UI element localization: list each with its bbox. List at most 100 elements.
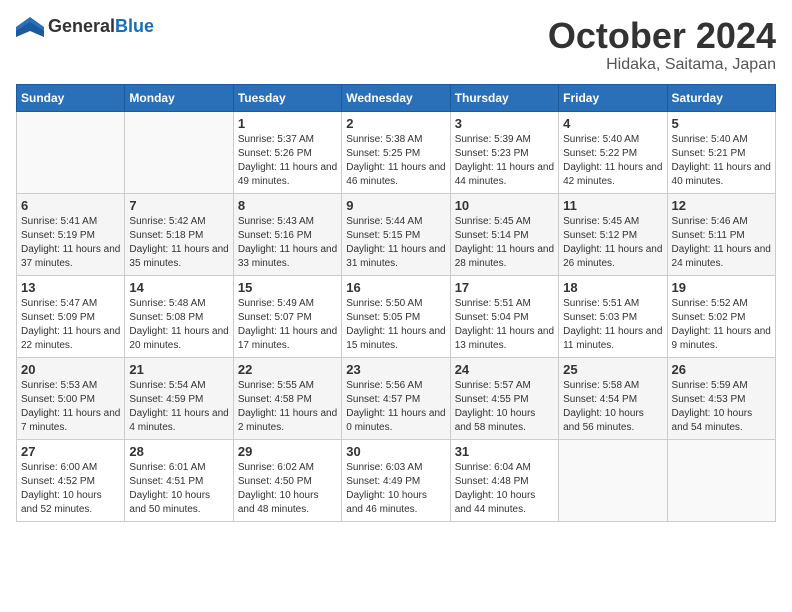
cell-content: Sunrise: 5:38 AM Sunset: 5:25 PM Dayligh… [346,133,445,189]
day-number: 5 [672,116,771,131]
cell-content: Sunrise: 6:02 AM Sunset: 4:50 PM Dayligh… [238,461,337,517]
weekday-header-cell: Tuesday [233,84,341,111]
day-number: 19 [672,280,771,295]
calendar-cell: 26Sunrise: 5:59 AM Sunset: 4:53 PM Dayli… [667,357,775,439]
weekday-header-cell: Saturday [667,84,775,111]
cell-content: Sunrise: 5:55 AM Sunset: 4:58 PM Dayligh… [238,379,337,435]
calendar-cell: 16 Sunrise: 5:50 AM Sunset: 5:05 PM Dayli… [342,275,450,357]
cell-content: Sunrise: 5:54 AM Sunset: 4:59 PM Dayligh… [129,379,228,435]
day-number: 12 [672,198,771,213]
calendar-cell: 1 Sunrise: 5:37 AM Sunset: 5:26 PM Daylig… [233,111,341,193]
calendar-cell: 20 Sunrise: 5:53 AM Sunset: 5:00 PM Dayli… [17,357,125,439]
page-header: GeneralBlue October 2024 Hidaka, Saitama… [16,16,776,74]
calendar-cell: 8 Sunrise: 5:43 AM Sunset: 5:16 PM Daylig… [233,193,341,275]
cell-content: Sunrise: 6:00 AM Sunset: 4:52 PM Dayligh… [21,461,120,517]
calendar-cell [667,439,775,521]
calendar-cell: 15Sunrise: 5:49 AM Sunset: 5:07 PM Dayli… [233,275,341,357]
calendar-cell: 4 Sunrise: 5:40 AM Sunset: 5:22 PM Daylig… [559,111,667,193]
day-number: 18 [563,280,662,295]
calendar-week-row: 27Sunrise: 6:00 AM Sunset: 4:52 PM Dayli… [17,439,776,521]
logo-icon [16,17,44,37]
calendar-cell: 28 Sunrise: 6:01 AM Sunset: 4:51 PM Dayli… [125,439,233,521]
day-number: 17 [455,280,554,295]
calendar-cell: 23 Sunrise: 5:56 AM Sunset: 4:57 PM Dayli… [342,357,450,439]
cell-content: Sunrise: 5:48 AM Sunset: 5:08 PM Dayligh… [129,297,228,353]
cell-content: Sunrise: 6:01 AM Sunset: 4:51 PM Dayligh… [129,461,228,517]
calendar-cell: 10Sunrise: 5:45 AM Sunset: 5:14 PM Dayli… [450,193,558,275]
cell-content: Sunrise: 5:44 AM Sunset: 5:15 PM Dayligh… [346,215,445,271]
logo-general-text: General [48,16,115,36]
calendar-week-row: 1 Sunrise: 5:37 AM Sunset: 5:26 PM Daylig… [17,111,776,193]
day-number: 2 [346,116,445,131]
cell-content: Sunrise: 5:58 AM Sunset: 4:54 PM Dayligh… [563,379,662,435]
cell-content: Sunrise: 5:41 AM Sunset: 5:19 PM Dayligh… [21,215,120,271]
weekday-header-cell: Monday [125,84,233,111]
month-title: October 2024 [548,16,776,56]
cell-content: Sunrise: 5:52 AM Sunset: 5:02 PM Dayligh… [672,297,771,353]
calendar-cell [125,111,233,193]
day-number: 8 [238,198,337,213]
calendar-cell: 11 Sunrise: 5:45 AM Sunset: 5:12 PM Dayli… [559,193,667,275]
cell-content: Sunrise: 5:51 AM Sunset: 5:03 PM Dayligh… [563,297,662,353]
location-title: Hidaka, Saitama, Japan [548,56,776,74]
cell-content: Sunrise: 5:56 AM Sunset: 4:57 PM Dayligh… [346,379,445,435]
cell-content: Sunrise: 5:45 AM Sunset: 5:12 PM Dayligh… [563,215,662,271]
calendar-cell: 17 Sunrise: 5:51 AM Sunset: 5:04 PM Dayli… [450,275,558,357]
calendar-cell: 9Sunrise: 5:44 AM Sunset: 5:15 PM Daylig… [342,193,450,275]
day-number: 28 [129,444,228,459]
calendar-week-row: 6Sunrise: 5:41 AM Sunset: 5:19 PM Daylig… [17,193,776,275]
logo: GeneralBlue [16,16,154,37]
calendar-body: 1 Sunrise: 5:37 AM Sunset: 5:26 PM Daylig… [17,111,776,521]
cell-content: Sunrise: 5:39 AM Sunset: 5:23 PM Dayligh… [455,133,554,189]
day-number: 25 [563,362,662,377]
cell-content: Sunrise: 5:40 AM Sunset: 5:21 PM Dayligh… [672,133,771,189]
calendar-week-row: 20 Sunrise: 5:53 AM Sunset: 5:00 PM Dayli… [17,357,776,439]
cell-content: Sunrise: 5:47 AM Sunset: 5:09 PM Dayligh… [21,297,120,353]
logo-blue-text: Blue [115,16,154,36]
calendar-cell: 5 Sunrise: 5:40 AM Sunset: 5:21 PM Daylig… [667,111,775,193]
day-number: 13 [21,280,120,295]
calendar-cell: 21 Sunrise: 5:54 AM Sunset: 4:59 PM Dayli… [125,357,233,439]
calendar-cell: 25 Sunrise: 5:58 AM Sunset: 4:54 PM Dayli… [559,357,667,439]
day-number: 3 [455,116,554,131]
calendar-cell: 12 Sunrise: 5:46 AM Sunset: 5:11 PM Dayli… [667,193,775,275]
day-number: 23 [346,362,445,377]
cell-content: Sunrise: 5:43 AM Sunset: 5:16 PM Dayligh… [238,215,337,271]
calendar-cell [17,111,125,193]
cell-content: Sunrise: 5:37 AM Sunset: 5:26 PM Dayligh… [238,133,337,189]
day-number: 1 [238,116,337,131]
day-number: 24 [455,362,554,377]
cell-content: Sunrise: 5:40 AM Sunset: 5:22 PM Dayligh… [563,133,662,189]
day-number: 7 [129,198,228,213]
calendar-table: SundayMondayTuesdayWednesdayThursdayFrid… [16,84,776,522]
calendar-cell: 7 Sunrise: 5:42 AM Sunset: 5:18 PM Daylig… [125,193,233,275]
cell-content: Sunrise: 5:46 AM Sunset: 5:11 PM Dayligh… [672,215,771,271]
cell-content: Sunrise: 5:53 AM Sunset: 5:00 PM Dayligh… [21,379,120,435]
cell-content: Sunrise: 5:51 AM Sunset: 5:04 PM Dayligh… [455,297,554,353]
calendar-cell: 2 Sunrise: 5:38 AM Sunset: 5:25 PM Daylig… [342,111,450,193]
calendar-cell: 22Sunrise: 5:55 AM Sunset: 4:58 PM Dayli… [233,357,341,439]
cell-content: Sunrise: 6:04 AM Sunset: 4:48 PM Dayligh… [455,461,554,517]
title-area: October 2024 Hidaka, Saitama, Japan [548,16,776,74]
cell-content: Sunrise: 5:50 AM Sunset: 5:05 PM Dayligh… [346,297,445,353]
day-number: 16 [346,280,445,295]
calendar-cell: 29 Sunrise: 6:02 AM Sunset: 4:50 PM Dayli… [233,439,341,521]
calendar-cell: 30Sunrise: 6:03 AM Sunset: 4:49 PM Dayli… [342,439,450,521]
day-number: 4 [563,116,662,131]
calendar-cell: 6Sunrise: 5:41 AM Sunset: 5:19 PM Daylig… [17,193,125,275]
day-number: 11 [563,198,662,213]
calendar-cell: 27Sunrise: 6:00 AM Sunset: 4:52 PM Dayli… [17,439,125,521]
day-number: 31 [455,444,554,459]
day-number: 30 [346,444,445,459]
day-number: 21 [129,362,228,377]
day-number: 20 [21,362,120,377]
weekday-header-row: SundayMondayTuesdayWednesdayThursdayFrid… [17,84,776,111]
day-number: 14 [129,280,228,295]
weekday-header-cell: Friday [559,84,667,111]
cell-content: Sunrise: 5:45 AM Sunset: 5:14 PM Dayligh… [455,215,554,271]
day-number: 29 [238,444,337,459]
calendar-cell [559,439,667,521]
day-number: 26 [672,362,771,377]
weekday-header-cell: Sunday [17,84,125,111]
cell-content: Sunrise: 5:42 AM Sunset: 5:18 PM Dayligh… [129,215,228,271]
